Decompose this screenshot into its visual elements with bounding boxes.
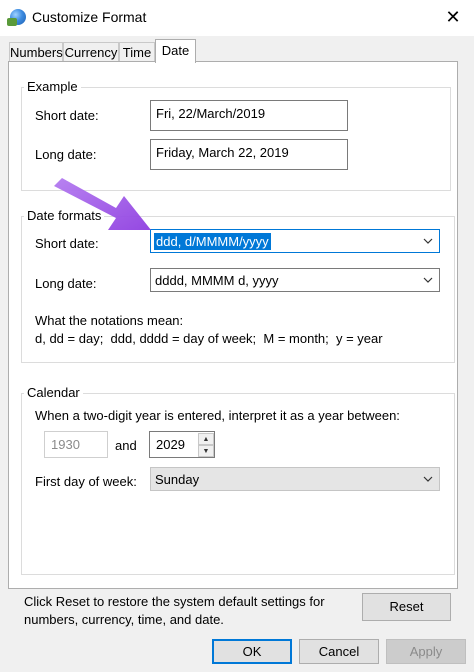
notations-title: What the notations mean:: [35, 313, 184, 328]
cancel-button[interactable]: Cancel: [299, 639, 379, 664]
tab-time[interactable]: Time: [119, 42, 155, 62]
short-date-format-value: ddd, d/MMMM/yyyy: [154, 233, 271, 250]
first-day-combo[interactable]: Sunday: [150, 467, 440, 491]
example-long-date-label: Long date:: [35, 147, 97, 162]
reset-button[interactable]: Reset: [362, 593, 451, 621]
first-day-value: Sunday: [155, 472, 200, 487]
tab-numbers[interactable]: Numbers: [9, 42, 63, 62]
tab-currency[interactable]: Currency: [63, 42, 119, 62]
ok-button[interactable]: OK: [212, 639, 292, 664]
long-date-format-combo[interactable]: dddd, MMMM d, yyyy: [150, 268, 440, 292]
example-long-date-value: Friday, March 22, 2019: [150, 139, 348, 170]
and-label: and: [115, 438, 137, 453]
close-button[interactable]: ✕: [440, 6, 466, 28]
year-end-field[interactable]: 2029 ▲ ▼: [149, 431, 215, 458]
tab-date[interactable]: Date: [155, 39, 196, 63]
example-group-title: Example: [24, 79, 81, 94]
year-start-value: 1930: [51, 437, 80, 452]
spin-up-button[interactable]: ▲: [198, 433, 214, 445]
chevron-down-icon: [423, 238, 433, 244]
chevron-down-icon: [423, 476, 433, 482]
long-date-format-value: dddd, MMMM d, yyyy: [155, 273, 279, 288]
calendar-group-title: Calendar: [24, 385, 83, 400]
apply-button: Apply: [386, 639, 466, 664]
spin-down-button[interactable]: ▼: [198, 445, 214, 457]
annotation-arrow-icon: [54, 178, 151, 230]
example-short-date-label: Short date:: [35, 108, 99, 123]
chevron-down-icon: [423, 277, 433, 283]
short-date-format-combo[interactable]: ddd, d/MMMM/yyyy: [150, 229, 440, 253]
example-short-date-value: Fri, 22/March/2019: [150, 100, 348, 131]
two-digit-year-label: When a two-digit year is entered, interp…: [35, 408, 400, 423]
first-day-label: First day of week:: [35, 474, 137, 489]
window-title: Customize Format: [32, 9, 147, 25]
reset-info-line2: numbers, currency, time, and date.: [24, 612, 224, 627]
long-date-format-label: Long date:: [35, 276, 97, 291]
reset-info-line1: Click Reset to restore the system defaul…: [24, 594, 325, 609]
globe-icon: [7, 9, 26, 26]
year-start-field: 1930: [44, 431, 108, 458]
title-bar: Customize Format ✕: [0, 0, 474, 36]
date-tab-panel: Example Short date: Fri, 22/March/2019 L…: [8, 61, 458, 589]
notations-text: d, dd = day; ddd, dddd = day of week; M …: [35, 331, 383, 346]
year-end-value: 2029: [156, 437, 185, 452]
